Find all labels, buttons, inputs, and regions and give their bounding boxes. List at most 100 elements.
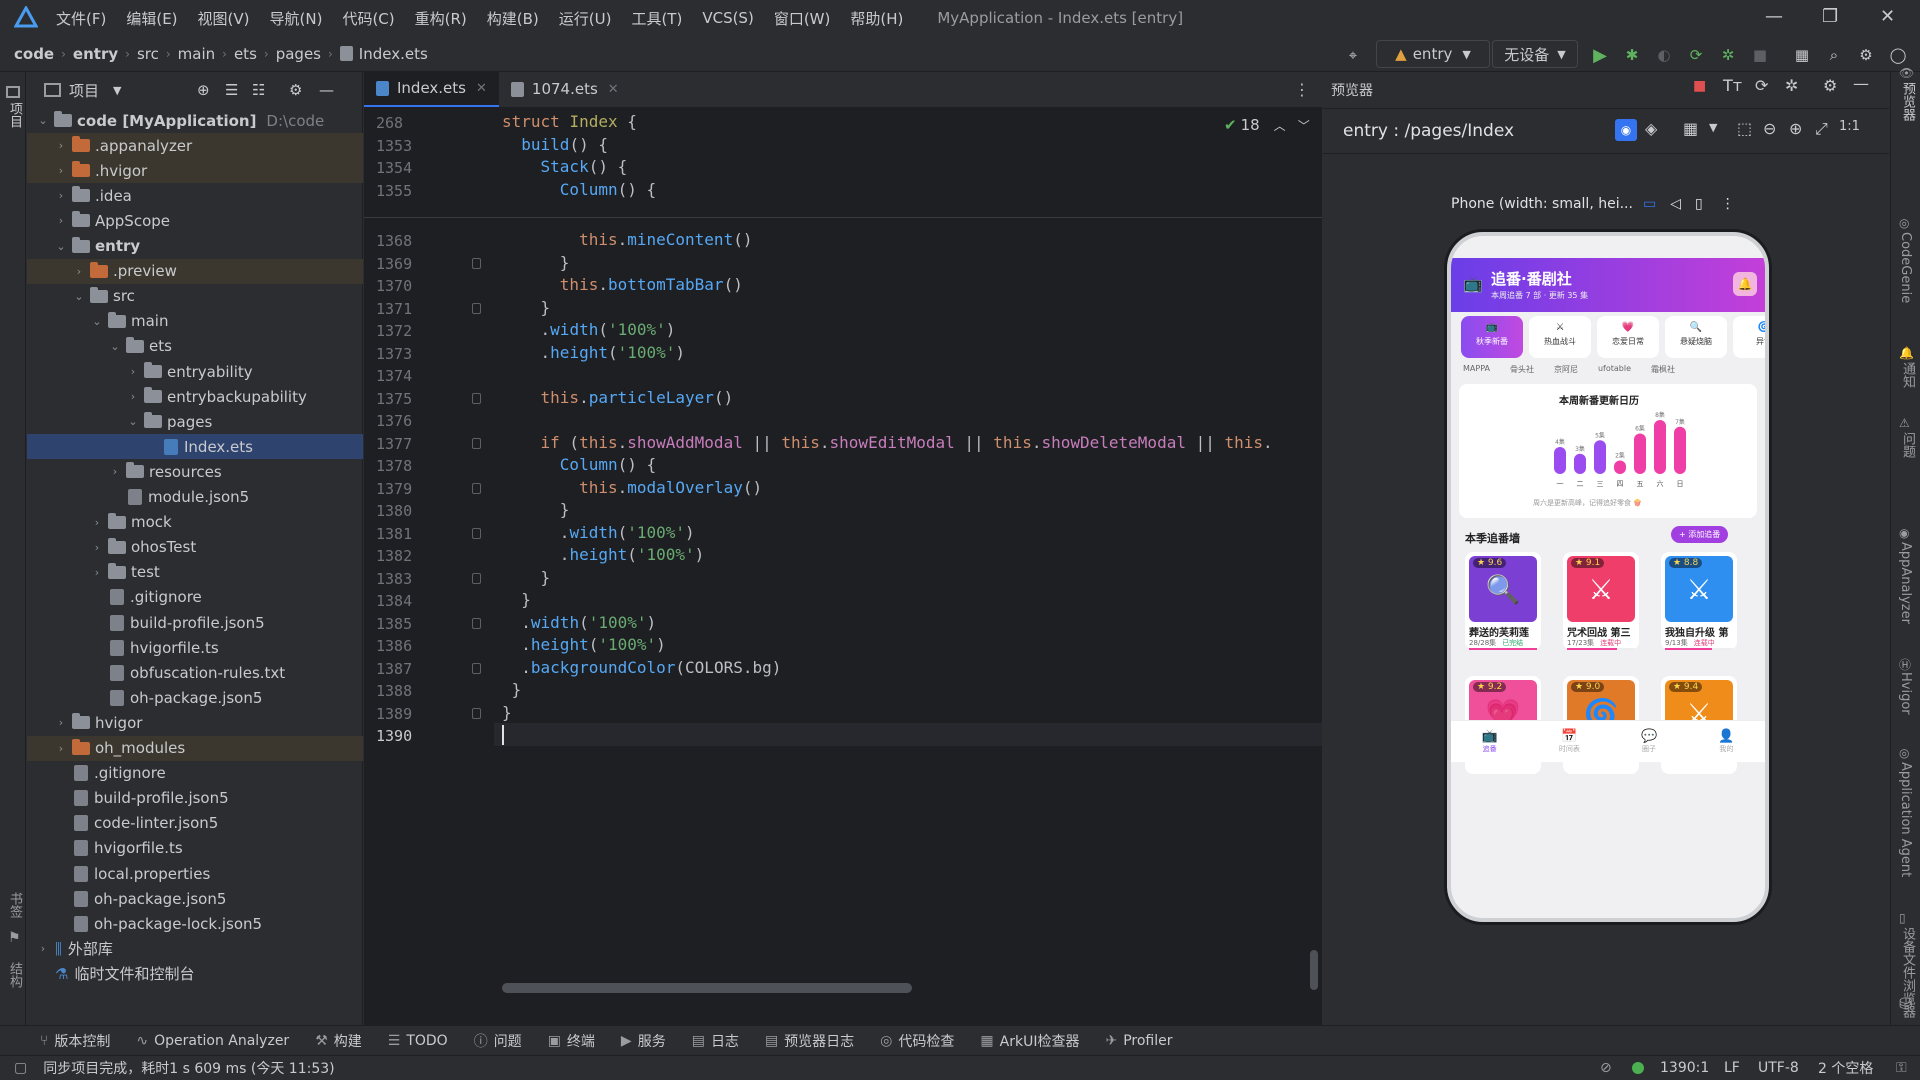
- application-agent-icon[interactable]: ◎: [1899, 746, 1909, 760]
- hide-panel-icon[interactable]: —: [1853, 74, 1869, 93]
- chevron-right-icon[interactable]: ›: [53, 189, 69, 202]
- structure-tool-label[interactable]: 结构: [5, 962, 24, 988]
- fold-marker-icon[interactable]: [472, 392, 481, 404]
- code-inspection-tool[interactable]: ◎ 代码检查: [880, 1031, 954, 1051]
- pin-icon[interactable]: ✲: [1785, 76, 1798, 95]
- tree-item[interactable]: ⌄ main: [27, 309, 363, 334]
- codegenie-tool-label[interactable]: CodeGenie: [1898, 232, 1913, 303]
- chevron-down-icon[interactable]: ⌄: [89, 315, 105, 328]
- tree-item[interactable]: › hvigor: [27, 710, 363, 735]
- app-bottom-tab-2[interactable]: 💬 圈子: [1641, 729, 1657, 754]
- tree-item[interactable]: oh-package-lock.json5: [27, 911, 363, 936]
- notifications-tool-label[interactable]: 通知: [1898, 362, 1917, 388]
- stop-icon[interactable]: ■: [1748, 42, 1772, 68]
- profile-icon[interactable]: ◐: [1652, 42, 1676, 68]
- orientation-icon[interactable]: ▯: [1695, 196, 1703, 212]
- zoom-out-icon[interactable]: ⊖: [1763, 119, 1776, 138]
- caret-position[interactable]: 1390:1: [1660, 1060, 1709, 1076]
- chevron-right-icon[interactable]: ›: [53, 716, 69, 729]
- tree-item[interactable]: hvigorfile.ts: [27, 635, 363, 660]
- chevron-right-icon[interactable]: ›: [125, 390, 141, 403]
- stop-preview-icon[interactable]: ■: [1693, 78, 1706, 94]
- chevron-down-icon[interactable]: ⌄: [125, 415, 141, 428]
- app-tab-2[interactable]: 💗 恋爱日常: [1597, 316, 1659, 358]
- tab-1074-ets[interactable]: 1074.ets ✕: [499, 71, 631, 107]
- more-icon[interactable]: ⋮: [1721, 196, 1735, 212]
- breadcrumb-pages[interactable]: pages: [276, 45, 321, 63]
- app-tab-3[interactable]: 🔍 悬疑烧脑: [1665, 316, 1727, 358]
- close-tab-icon[interactable]: ✕: [608, 82, 619, 97]
- notifications-icon[interactable]: 🔔: [1899, 346, 1914, 360]
- problems-icon[interactable]: ⚠: [1899, 416, 1910, 430]
- gear-icon[interactable]: ⚙: [1823, 76, 1837, 95]
- chevron-down-icon[interactable]: ▼: [1709, 121, 1717, 134]
- services-tool[interactable]: ▶ 服务: [621, 1031, 666, 1051]
- fold-marker-icon[interactable]: [472, 572, 481, 584]
- appanalyzer-icon[interactable]: ◉: [1899, 526, 1909, 540]
- run-icon[interactable]: ▶: [1588, 42, 1612, 68]
- search-icon[interactable]: ⌕: [1822, 42, 1846, 68]
- chevron-down-icon[interactable]: ⌄: [35, 114, 51, 127]
- terminal-tool[interactable]: ▣ 终端: [548, 1031, 595, 1051]
- chevron-right-icon[interactable]: ›: [53, 214, 69, 227]
- collapse-all-icon[interactable]: ☷: [252, 81, 265, 99]
- sticky-scope-header[interactable]: 268 struct Index {1353 build() {1354 Stac…: [364, 108, 1322, 218]
- gear-icon[interactable]: ⚙: [289, 81, 302, 99]
- chevron-down-icon[interactable]: ⌄: [107, 340, 123, 353]
- chevron-right-icon[interactable]: ›: [53, 164, 69, 177]
- grid-icon[interactable]: ▦: [1683, 119, 1698, 138]
- fold-marker-icon[interactable]: [472, 257, 481, 269]
- fold-marker-icon[interactable]: [472, 527, 481, 539]
- tree-item[interactable]: › mock: [27, 510, 363, 535]
- no-network-icon[interactable]: ⊘: [1600, 1060, 1612, 1076]
- rerun-icon[interactable]: ⟳: [1684, 42, 1708, 68]
- chevron-down-icon[interactable]: ⌄: [53, 240, 69, 253]
- horizontal-scrollbar[interactable]: [502, 983, 912, 993]
- inspect-icon[interactable]: ◉: [1615, 119, 1637, 141]
- menu-run[interactable]: 运行(U): [559, 8, 612, 29]
- studio-tag[interactable]: 京阿尼: [1554, 364, 1578, 378]
- bookmarks-tool-label[interactable]: 书签: [5, 892, 24, 918]
- rotate-icon[interactable]: ◁: [1670, 196, 1681, 212]
- tree-item[interactable]: › oh_modules: [27, 735, 363, 761]
- menu-vcs[interactable]: VCS(S): [702, 9, 753, 27]
- app-tab-0[interactable]: 📺 秋季新番: [1461, 316, 1523, 358]
- previewer-tool-label[interactable]: 预览器: [1898, 82, 1917, 121]
- app-bottom-tab-1[interactable]: 📅 时间表: [1559, 729, 1580, 754]
- chevron-down-icon[interactable]: ▼: [113, 84, 121, 97]
- breadcrumb-main[interactable]: main: [178, 45, 215, 63]
- add-anime-button[interactable]: + 添加追番: [1671, 526, 1729, 543]
- target-icon[interactable]: ⌖: [1340, 42, 1366, 68]
- previewer-log-tool[interactable]: ▤ 预览器日志: [765, 1031, 854, 1051]
- tree-item[interactable]: ⌄ src: [27, 284, 363, 309]
- vertical-scrollbar[interactable]: [1310, 950, 1318, 990]
- locate-icon[interactable]: ⊕: [197, 81, 210, 99]
- menu-tools[interactable]: 工具(T): [631, 8, 682, 29]
- tree-item[interactable]: local.properties: [27, 861, 363, 886]
- profiler-tool[interactable]: ✈ Profiler: [1105, 1033, 1172, 1049]
- debug-icon[interactable]: ✱: [1620, 42, 1644, 68]
- tree-item[interactable]: build-profile.json5: [27, 786, 363, 811]
- indent-setting[interactable]: 2 个空格: [1818, 1058, 1873, 1078]
- menu-edit[interactable]: 编辑(E): [126, 8, 177, 29]
- module-selector[interactable]: ▲ entry ▼: [1376, 40, 1490, 68]
- tree-item[interactable]: › AppScope: [27, 208, 363, 233]
- minimize-icon[interactable]: —: [1765, 6, 1783, 27]
- hvigor-icon[interactable]: Ⓗ: [1899, 656, 1911, 673]
- notification-bell-icon[interactable]: 🔔: [1733, 272, 1757, 296]
- anime-card[interactable]: ⚔ ★ 9.1 咒术回战 第三 17/23集 连载中: [1563, 552, 1639, 650]
- tree-item[interactable]: oh-package.json5: [27, 886, 363, 911]
- tree-item[interactable]: hvigorfile.ts: [27, 836, 363, 861]
- settings-icon[interactable]: ⚙: [1854, 42, 1878, 68]
- breadcrumb-code[interactable]: code: [14, 45, 54, 63]
- tree-item[interactable]: ⌄ ets: [27, 334, 363, 359]
- tree-item[interactable]: oh-package.json5: [27, 685, 363, 710]
- hvigor-tool-label[interactable]: Hvigor: [1898, 672, 1913, 715]
- chevron-right-icon[interactable]: ›: [107, 465, 123, 478]
- operation-analyzer-tool[interactable]: ∿ Operation Analyzer: [136, 1033, 289, 1049]
- tree-item[interactable]: ⚗ 临时文件和控制台: [27, 961, 363, 986]
- tree-item[interactable]: build-profile.json5: [27, 610, 363, 635]
- todo-tool[interactable]: ☰ TODO: [388, 1033, 448, 1049]
- tree-item[interactable]: code-linter.json5: [27, 811, 363, 836]
- build-tool[interactable]: ⚒ 构建: [315, 1031, 362, 1051]
